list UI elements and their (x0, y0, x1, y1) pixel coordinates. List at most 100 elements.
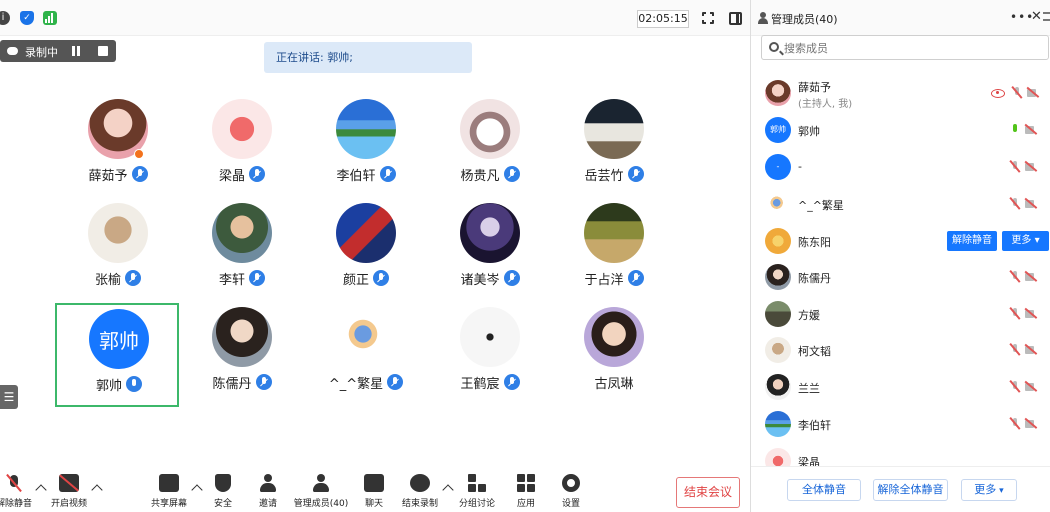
members-panel: 管理成员(40) ••• ✕ 薛茹予 (主持人, 我) 郭帅 郭帅 - - ^_… (750, 0, 1050, 512)
mic-muted-icon[interactable] (1011, 87, 1023, 99)
eye-icon[interactable] (991, 88, 1005, 98)
mic-off-icon (4, 474, 24, 492)
camera-off-icon[interactable] (1025, 161, 1037, 173)
participant-tile-active-speaker[interactable]: 郭帅 郭帅 (55, 303, 179, 407)
participant-tile[interactable]: 诸美岑 (428, 199, 552, 309)
participant-tile[interactable]: 岳芸竹 (552, 95, 676, 205)
mic-muted-icon (387, 374, 404, 390)
member-row[interactable]: - - (751, 150, 1050, 186)
member-row[interactable]: 柯文韬 (751, 333, 1050, 369)
mic-muted-icon (131, 166, 148, 182)
search-input[interactable] (784, 39, 1034, 57)
share-screen-button[interactable]: 共享屏幕 (139, 474, 199, 510)
mic-muted-icon[interactable] (1009, 381, 1021, 393)
unmute-all-button[interactable]: 解除全体静音 (873, 479, 948, 501)
mute-all-button[interactable]: 全体静音 (787, 479, 861, 501)
camera-off-icon[interactable] (1025, 198, 1037, 210)
participant-tile[interactable]: 杨贵凡 (428, 95, 552, 205)
pause-recording-icon[interactable] (72, 46, 80, 56)
participant-tile[interactable]: 薛茹予 (56, 95, 180, 205)
invite-button[interactable]: 邀请 (238, 474, 298, 510)
tool-label: 共享屏幕 (150, 499, 187, 509)
member-name: ^_^繁星 (798, 199, 844, 212)
avatar (765, 228, 791, 254)
participant-tile[interactable]: 于占洋 (552, 199, 676, 309)
mic-on-icon[interactable] (1009, 124, 1021, 136)
avatar (460, 99, 520, 159)
member-search[interactable] (761, 35, 1049, 60)
participant-tile[interactable]: 王鹤宸 (428, 303, 552, 413)
security-shield-icon[interactable]: ✓ (20, 11, 34, 25)
mic-muted-icon[interactable] (1009, 198, 1021, 210)
toggle-sidebar-icon[interactable] (729, 12, 742, 25)
settings-button[interactable]: 设置 (541, 474, 601, 510)
avatar (765, 80, 791, 106)
avatar (765, 337, 791, 363)
avatar (765, 374, 791, 400)
participant-tile[interactable]: ^_^繁星 (304, 303, 428, 413)
participant-name: 梁晶 (218, 168, 245, 184)
end-meeting-button[interactable]: 结束会议 (676, 477, 740, 508)
stop-record-icon (410, 474, 430, 492)
participant-tile[interactable]: 张榆 (56, 199, 180, 309)
participant-tile[interactable]: 陈儒丹 (180, 303, 304, 413)
participant-name: ^_^繁星 (328, 376, 384, 392)
member-row[interactable]: 方媛 (751, 297, 1050, 333)
menu-icon[interactable] (1043, 12, 1050, 21)
member-row[interactable]: 李伯轩 (751, 407, 1050, 443)
camera-off-icon[interactable] (1025, 308, 1037, 320)
fullscreen-icon[interactable] (701, 11, 715, 25)
camera-off-icon[interactable] (1025, 418, 1037, 430)
footer-more-button[interactable]: 更多 (961, 479, 1017, 501)
member-row[interactable]: 薛茹予 (主持人, 我) (751, 76, 1050, 112)
participant-tile[interactable]: 李伯轩 (304, 95, 428, 205)
apps-icon (517, 474, 535, 492)
member-list: 薛茹予 (主持人, 我) 郭帅 郭帅 - - ^_^繁星 陈东阳 解除静音 更多… (751, 70, 1050, 470)
mic-muted-icon (373, 270, 389, 286)
stop-recording-icon[interactable] (98, 46, 108, 56)
meeting-topbar: i ✓ 02:05:15 (0, 0, 750, 36)
unmute-member-button[interactable]: 解除静音 (947, 231, 997, 251)
camera-off-icon[interactable] (1025, 344, 1037, 356)
participant-name: 薛茹予 (88, 168, 128, 184)
camera-off-icon[interactable] (1025, 381, 1037, 393)
tool-label: 开启视频 (50, 499, 87, 509)
tool-label: 管理成员(40) (293, 499, 349, 509)
participant-name: 陈儒丹 (212, 376, 252, 392)
tool-label: 邀请 (258, 499, 277, 509)
participant-tile[interactable]: 颜正 (304, 199, 428, 309)
participant-tile[interactable]: 李轩 (180, 199, 304, 309)
manage-members-button[interactable]: 管理成员(40) (291, 474, 351, 510)
camera-off-icon[interactable] (1025, 124, 1037, 136)
member-row[interactable]: 陈儒丹 (751, 260, 1050, 296)
close-icon[interactable]: ✕ (1031, 9, 1042, 24)
avatar: - (765, 154, 791, 180)
member-row[interactable]: 郭帅 郭帅 (751, 113, 1050, 149)
participant-name: 张榆 (94, 272, 121, 288)
avatar (212, 203, 272, 263)
participant-tile[interactable]: 古凤琳 (552, 303, 676, 413)
member-row[interactable]: ^_^繁星 (751, 187, 1050, 223)
member-more-button[interactable]: 更多 ▾ (1002, 231, 1049, 251)
member-name: 陈东阳 (798, 236, 831, 249)
mic-muted-icon[interactable] (1009, 418, 1021, 430)
avatar (584, 203, 644, 263)
mic-muted-icon[interactable] (1009, 344, 1021, 356)
list-toggle-handle[interactable]: ☰ (0, 385, 18, 409)
mic-muted-icon[interactable] (1009, 308, 1021, 320)
panel-title: 管理成员(40) (771, 13, 838, 26)
member-row[interactable]: 兰兰 (751, 370, 1050, 406)
avatar (765, 191, 791, 217)
avatar (212, 99, 272, 159)
mic-muted-icon[interactable] (1009, 161, 1021, 173)
camera-off-icon[interactable] (1027, 87, 1039, 99)
mic-muted-icon (627, 270, 644, 286)
stop-recording-button[interactable]: 结束录制 (390, 474, 450, 510)
info-icon[interactable]: i (0, 11, 10, 25)
mic-muted-icon[interactable] (1009, 271, 1021, 283)
camera-off-icon[interactable] (1025, 271, 1037, 283)
signal-icon[interactable] (43, 11, 57, 25)
participant-tile[interactable]: 梁晶 (180, 95, 304, 205)
start-video-button[interactable]: 开启视频 (39, 474, 99, 510)
member-row[interactable]: 陈东阳 解除静音 更多 ▾ (751, 224, 1050, 260)
